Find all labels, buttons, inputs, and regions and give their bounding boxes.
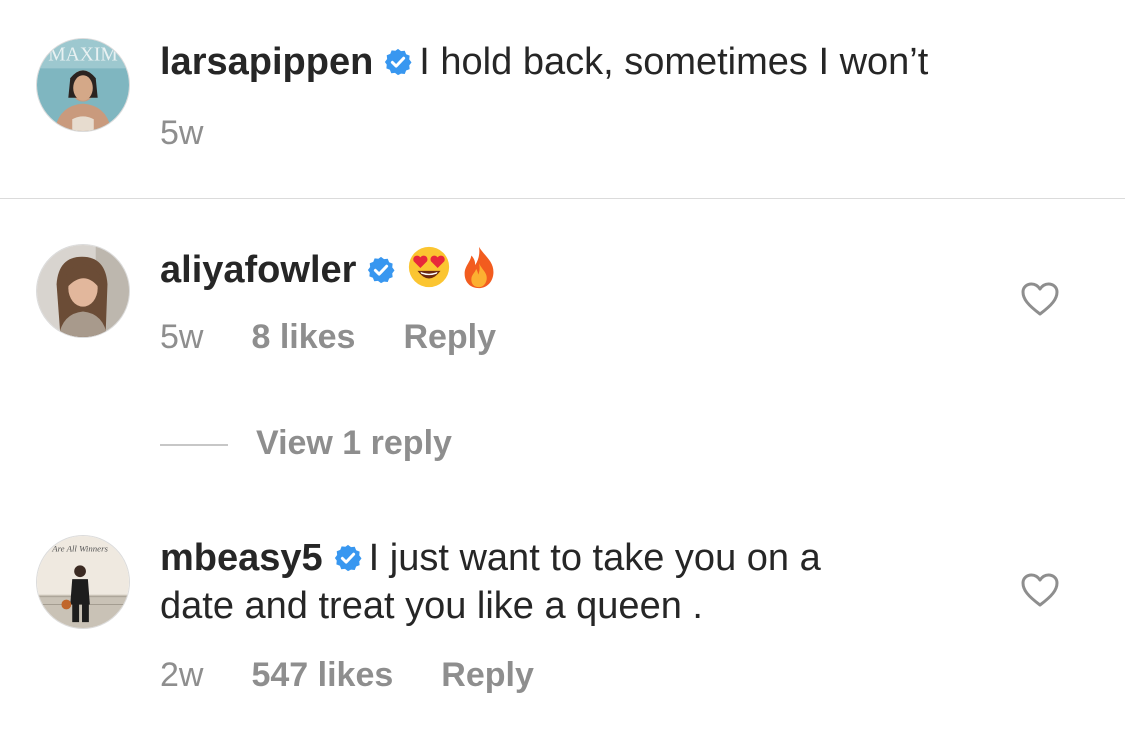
comment-text-row: mbeasy5 I just want to take you on a bbox=[160, 534, 821, 582]
comment-text-line2: date and treat you like a queen . bbox=[160, 585, 703, 627]
avatar-caption-text: Are All Winners bbox=[51, 544, 108, 554]
fire-emoji-icon bbox=[456, 244, 502, 290]
reply-button[interactable]: Reply bbox=[441, 656, 534, 694]
comment-text-row: larsapippen I hold back, sometimes I won’… bbox=[160, 38, 928, 86]
like-heart-icon[interactable] bbox=[1020, 281, 1060, 317]
like-heart-icon[interactable] bbox=[1020, 572, 1060, 608]
verified-badge-icon bbox=[366, 255, 396, 285]
divider bbox=[0, 198, 1125, 199]
view-replies-label: View 1 reply bbox=[256, 424, 452, 462]
timestamp: 5w bbox=[160, 114, 204, 152]
avatar-logo-text: MAXIM bbox=[48, 45, 118, 66]
avatar[interactable]: Are All Winners bbox=[36, 535, 130, 629]
likes-count[interactable]: 547 likes bbox=[251, 656, 393, 694]
timestamp: 2w bbox=[160, 656, 204, 694]
timestamp: 5w bbox=[160, 318, 204, 356]
heart-eyes-emoji-icon bbox=[406, 244, 452, 290]
username-link[interactable]: aliyafowler bbox=[160, 249, 356, 291]
comment-meta: 2w 547 likes Reply bbox=[160, 656, 582, 695]
comment-text: I hold back, sometimes I won’t bbox=[419, 41, 929, 83]
avatar[interactable] bbox=[36, 244, 130, 338]
replies-divider-line bbox=[160, 444, 228, 447]
view-replies-button[interactable]: View 1 reply bbox=[160, 424, 452, 463]
comment-meta: 5w bbox=[160, 114, 251, 153]
likes-count[interactable]: 8 likes bbox=[251, 318, 355, 356]
verified-badge-icon bbox=[383, 47, 413, 77]
comment-text-line1: I just want to take you on a bbox=[368, 537, 821, 579]
avatar[interactable]: MAXIM bbox=[36, 38, 130, 132]
comment-meta: 5w 8 likes Reply bbox=[160, 318, 544, 357]
reply-button[interactable]: Reply bbox=[403, 318, 496, 356]
comment-text-row: aliyafowler bbox=[160, 244, 502, 294]
username-link[interactable]: mbeasy5 bbox=[160, 537, 323, 579]
verified-badge-icon bbox=[333, 543, 363, 573]
username-link[interactable]: larsapippen bbox=[160, 41, 373, 83]
